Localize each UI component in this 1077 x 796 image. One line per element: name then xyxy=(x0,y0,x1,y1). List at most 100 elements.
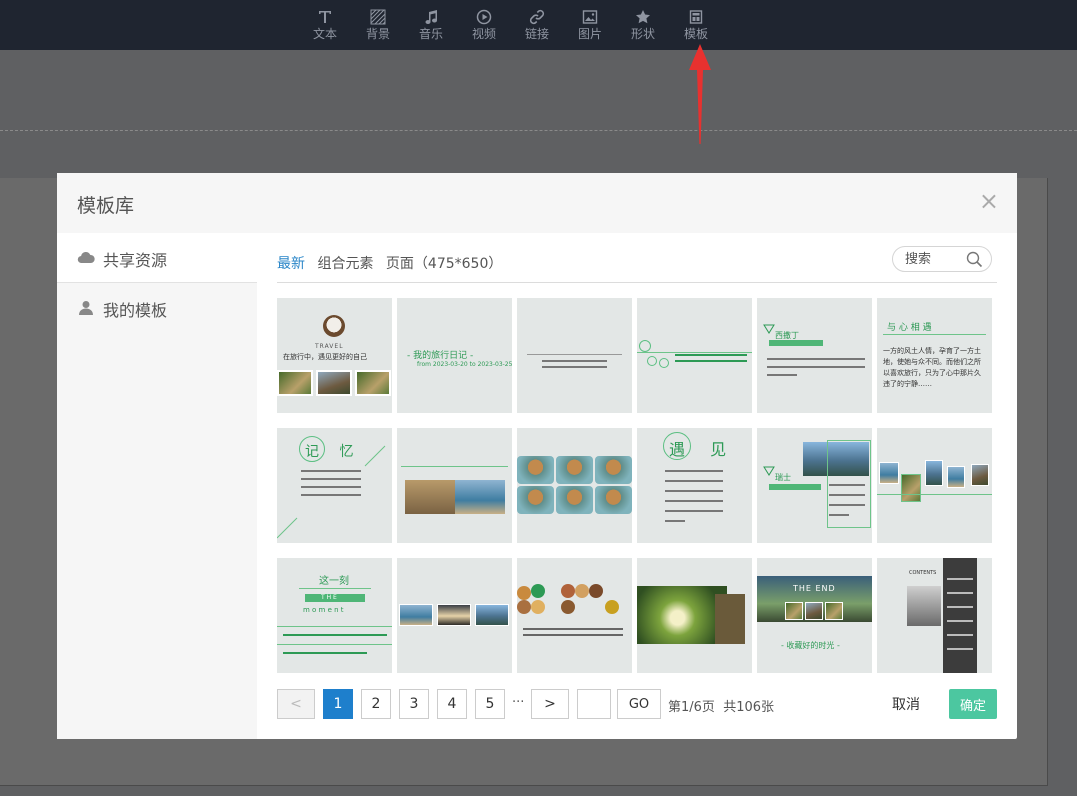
template-text-panel xyxy=(715,594,745,644)
pagination-ellipsis: ··· xyxy=(512,695,525,710)
template-line: from 2023-03-20 to 2023-03-25 xyxy=(417,361,512,368)
prev-page-button[interactable]: < xyxy=(277,689,315,719)
confirm-button[interactable]: 确定 xyxy=(949,689,997,719)
template-text-block xyxy=(665,510,723,512)
toolbar-link-label: 链接 xyxy=(524,27,549,41)
template-photo xyxy=(437,604,471,626)
toolbar-shape-label: 形状 xyxy=(630,27,655,41)
dialog-header: 模板库 × xyxy=(57,173,1017,233)
template-heading: TRAVEL xyxy=(315,343,344,350)
template-thumb-circles[interactable] xyxy=(637,298,752,413)
template-photo xyxy=(517,456,554,484)
template-tabs: 最新 组合元素 页面（475*650） xyxy=(277,253,510,273)
template-search-box[interactable] xyxy=(892,246,992,272)
toolbar-link-button[interactable]: 链接 xyxy=(515,6,559,46)
template-line: - 收藏好的时光 - xyxy=(781,641,840,650)
page-button-3[interactable]: 3 xyxy=(399,689,429,719)
tab-combined-elements[interactable]: 组合元素 xyxy=(317,256,373,272)
template-text-block xyxy=(283,634,387,636)
toolbar-shape-button[interactable]: 形状 xyxy=(621,6,665,46)
template-photo xyxy=(355,370,391,396)
toolbar-template-button[interactable]: 模板 xyxy=(674,6,718,46)
dialog-title: 模板库 xyxy=(77,195,135,217)
template-rule xyxy=(277,644,392,645)
triangle-icon xyxy=(763,466,775,476)
toolbar-background-button[interactable]: 背景 xyxy=(356,6,400,46)
template-circle xyxy=(659,358,669,368)
template-thumb-divider-text[interactable] xyxy=(517,298,632,413)
template-rule xyxy=(401,466,508,467)
template-photo xyxy=(901,474,921,502)
template-heading: THE END xyxy=(793,584,836,593)
template-thumb-six-photos[interactable] xyxy=(517,428,632,543)
sidebar-item-label: 共享资源 xyxy=(103,251,168,270)
template-green-bar xyxy=(769,484,821,490)
template-photo xyxy=(575,584,589,598)
template-heading: 遇 见 xyxy=(669,440,737,459)
template-thumb-travel[interactable]: TRAVEL 在旅行中，遇见更好的自己 xyxy=(277,298,392,413)
template-thumb-forest-light[interactable] xyxy=(637,558,752,673)
toolbar-music-button[interactable]: 音乐 xyxy=(409,6,453,46)
template-thumb-collage[interactable] xyxy=(877,428,992,543)
page-info-current: 第1/6页 xyxy=(668,700,715,715)
page-number-input[interactable] xyxy=(577,689,611,719)
page-button-1[interactable]: 1 xyxy=(323,689,353,719)
go-button[interactable]: GO xyxy=(617,689,661,719)
template-icon xyxy=(674,6,718,26)
triangle-icon xyxy=(763,324,775,334)
cancel-button[interactable]: 取消 xyxy=(877,689,935,719)
page-button-4[interactable]: 4 xyxy=(437,689,467,719)
sidebar-item-shared-resources[interactable]: 共享资源 xyxy=(57,233,257,283)
template-thumb-food-circles[interactable] xyxy=(517,558,632,673)
toolbar-background-label: 背景 xyxy=(365,27,390,41)
background-icon xyxy=(356,6,400,26)
page-button-2[interactable]: 2 xyxy=(361,689,391,719)
page-button-5[interactable]: 5 xyxy=(475,689,505,719)
template-text-block xyxy=(947,578,973,580)
template-circle xyxy=(639,340,651,352)
template-thumb-the-end[interactable]: THE END - 收藏好的时光 - xyxy=(757,558,872,673)
template-photo xyxy=(605,600,619,614)
template-thumb-contents[interactable]: CONTENTS xyxy=(877,558,992,673)
template-thumb-three-strip[interactable] xyxy=(397,558,512,673)
template-text-block xyxy=(523,634,623,636)
template-rule xyxy=(277,626,392,627)
template-line: 在旅行中，遇见更好的自己 xyxy=(283,353,367,361)
template-text-block xyxy=(767,374,797,376)
toolbar-text-button[interactable]: 文本 xyxy=(303,6,347,46)
template-text-block xyxy=(675,360,747,362)
tab-pages[interactable]: 页面（475*650） xyxy=(386,256,502,272)
template-thumb-photo-pair[interactable] xyxy=(397,428,512,543)
template-text-block xyxy=(947,606,973,608)
tab-latest[interactable]: 最新 xyxy=(277,256,305,272)
template-thumb-switzerland[interactable]: 瑞士 xyxy=(757,428,872,543)
template-thumb-meet-heart[interactable]: 与 心 相 遇 一方的风土人情，孕育了一方土地，使她与众不同。而他们之所以喜欢旅… xyxy=(877,298,992,413)
cloud-icon xyxy=(77,251,95,264)
toolbar-image-label: 图片 xyxy=(577,27,602,41)
template-thumb-encounter[interactable]: 遇 见 xyxy=(637,428,752,543)
toolbar-video-button[interactable]: 视频 xyxy=(462,6,506,46)
canvas-guide-line xyxy=(0,130,1077,131)
template-subheading: T H E xyxy=(321,594,337,601)
toolbar-image-button[interactable]: 图片 xyxy=(568,6,612,46)
template-photo xyxy=(879,462,899,484)
template-text-block xyxy=(947,634,973,636)
template-photo xyxy=(785,602,803,620)
search-icon[interactable] xyxy=(966,251,983,268)
template-photo xyxy=(556,486,593,514)
template-thumb-sardinia[interactable]: 西撒丁 xyxy=(757,298,872,413)
template-photo xyxy=(637,586,727,644)
next-page-button[interactable]: > xyxy=(531,689,569,719)
sidebar-item-my-templates[interactable]: 我的模板 xyxy=(57,283,257,333)
search-input[interactable] xyxy=(905,250,965,268)
template-rule xyxy=(877,494,992,495)
template-photo xyxy=(907,586,941,626)
template-thumb-this-moment[interactable]: 这一刻 T H E m o m e n t xyxy=(277,558,392,673)
pagination: < 1 2 3 4 5 ··· > GO 第1/6页 共106张 取消 确定 xyxy=(277,689,997,719)
template-photo xyxy=(405,480,455,514)
template-thumb-travel-diary[interactable]: - 我的旅行日记 - from 2023-03-20 to 2023-03-25 xyxy=(397,298,512,413)
close-icon[interactable]: × xyxy=(979,187,999,215)
page-info-total: 共106张 xyxy=(723,700,775,715)
template-thumb-memory[interactable]: 记 忆 xyxy=(277,428,392,543)
template-text-block xyxy=(829,514,849,516)
